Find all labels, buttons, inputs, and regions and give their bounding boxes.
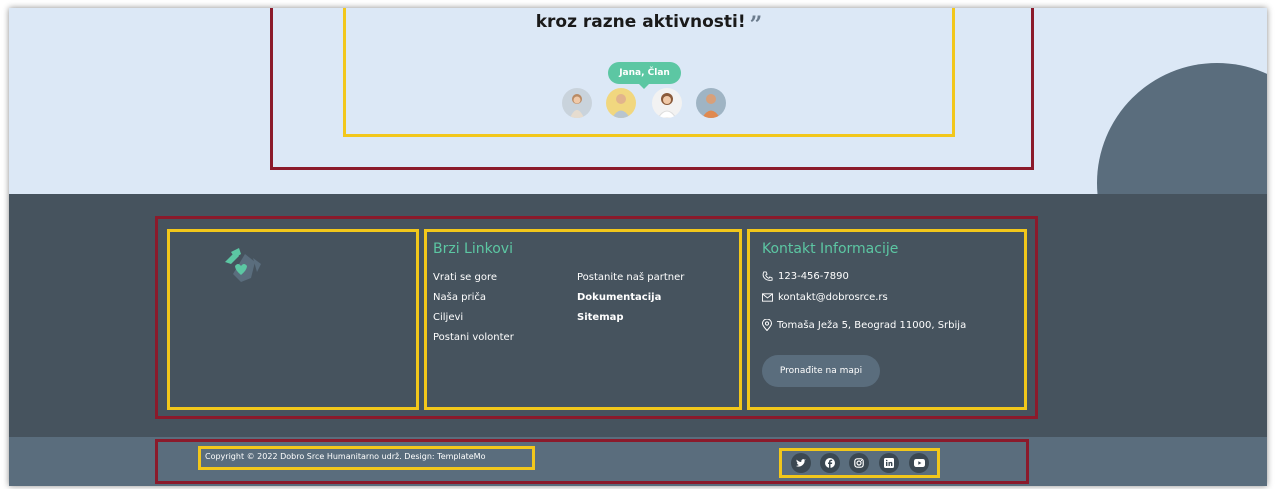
testimonial-quote: kroz razne aktivnosti!”	[343, 12, 955, 38]
footer-logo-column	[167, 229, 419, 410]
avatar[interactable]	[696, 88, 726, 118]
link-documentation[interactable]: Dokumentacija	[577, 292, 661, 303]
contact-title: Kontakt Informacije	[762, 241, 899, 257]
quick-links-title: Brzi Linkovi	[433, 241, 513, 257]
contact-address: Tomaša Ježa 5, Beograd 11000, Srbija	[762, 319, 966, 331]
testimonial-author-badge: Jana, Član	[608, 62, 681, 89]
address-text: Tomaša Ježa 5, Beograd 11000, Srbija	[777, 319, 967, 331]
copyright-text: Copyright © 2022 Dobro Srce Humanitarno …	[205, 452, 486, 461]
quote-mark: ”	[749, 12, 763, 38]
avatar[interactable]	[606, 88, 636, 118]
link-become-partner[interactable]: Postanite naš partner	[577, 272, 684, 283]
youtube-icon[interactable]	[909, 453, 929, 473]
avatar[interactable]	[652, 88, 682, 118]
link-our-story[interactable]: Naša priča	[433, 292, 486, 303]
find-on-map-button[interactable]: Pronađite na mapi	[762, 355, 880, 387]
envelope-icon	[762, 293, 773, 302]
quote-text: kroz razne aktivnosti!	[535, 12, 746, 32]
link-goals[interactable]: Ciljevi	[433, 312, 463, 323]
linkedin-icon[interactable]	[879, 453, 899, 473]
contact-phone[interactable]: 123-456-7890	[762, 271, 849, 282]
logo-icon[interactable]	[221, 248, 265, 288]
twitter-icon[interactable]	[791, 453, 811, 473]
link-sitemap[interactable]: Sitemap	[577, 312, 624, 323]
instagram-icon[interactable]	[849, 453, 869, 473]
link-become-volunteer[interactable]: Postani volonter	[433, 332, 514, 343]
email-address: kontakt@dobrosrce.rs	[778, 292, 888, 303]
avatar[interactable]	[562, 88, 592, 118]
link-back-to-top[interactable]: Vrati se gore	[433, 272, 497, 283]
map-pin-icon	[762, 319, 772, 331]
page: kroz razne aktivnosti!” Jana, Član Brzi …	[9, 8, 1267, 486]
phone-number: 123-456-7890	[778, 271, 849, 282]
contact-email[interactable]: kontakt@dobrosrce.rs	[762, 292, 888, 303]
facebook-icon[interactable]	[820, 453, 840, 473]
phone-icon	[762, 271, 773, 281]
